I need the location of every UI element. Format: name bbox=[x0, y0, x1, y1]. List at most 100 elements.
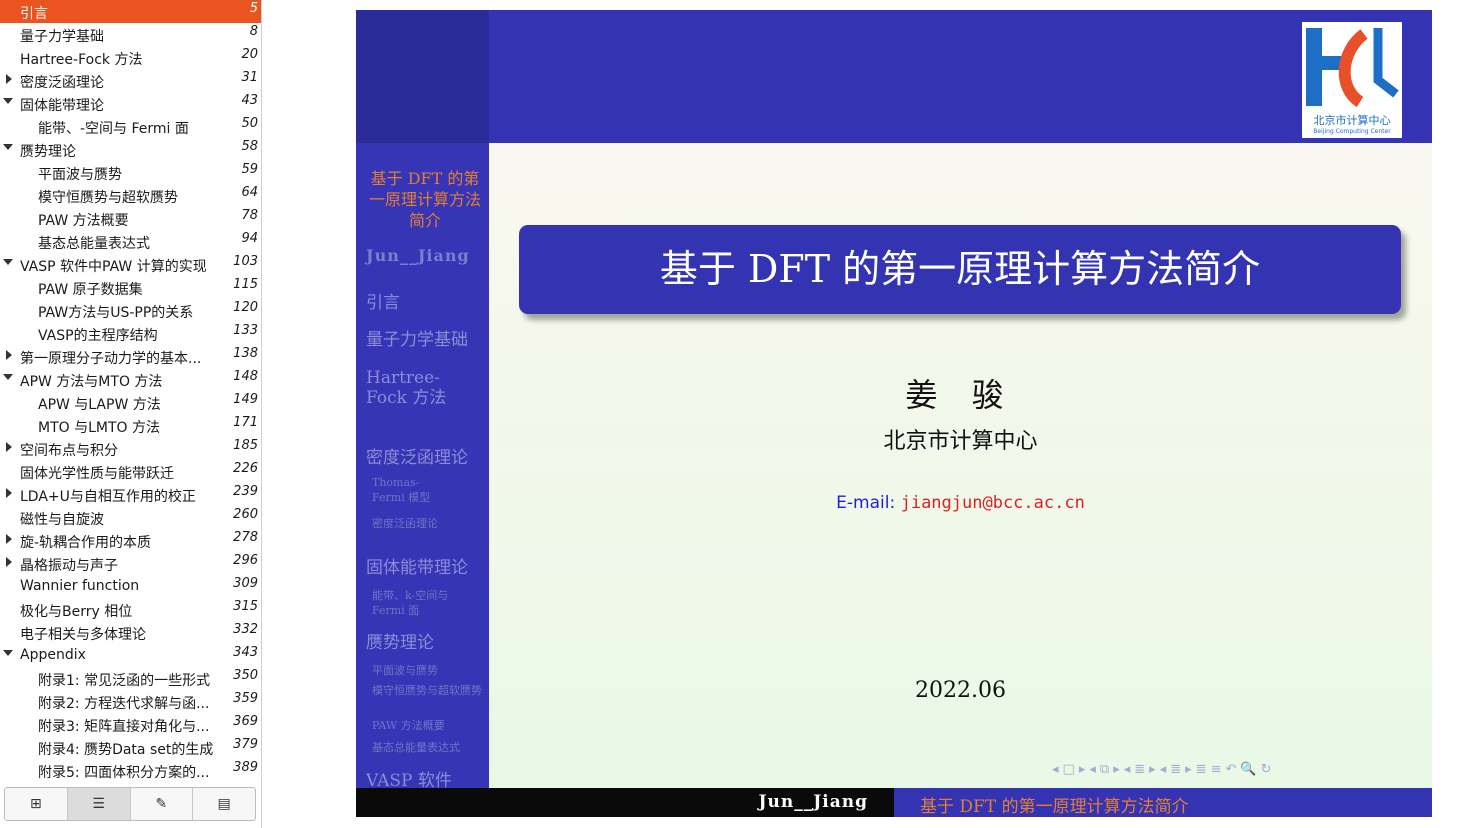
nav-symbol-icon[interactable]: ↻ bbox=[1261, 762, 1272, 777]
outline-item-page: 315 bbox=[233, 599, 258, 614]
nav-subsection[interactable]: 基态总能量表达式 bbox=[372, 740, 482, 755]
annotations-icon: ✎ bbox=[155, 796, 168, 812]
outline-item[interactable]: 附录5: 四面体积分方案的... 389 bbox=[0, 759, 261, 780]
outline-item-label: 附录4: 赝势Data set的生成 bbox=[38, 742, 214, 758]
outline-item[interactable]: PAW 方法概要 78 bbox=[0, 207, 261, 230]
outline-item[interactable]: VASP的主程序结构 133 bbox=[0, 322, 261, 345]
nav-symbol-icon[interactable]: ▸ bbox=[1185, 762, 1192, 777]
outline-item[interactable]: APW 方法与MTO 方法 148 bbox=[0, 368, 261, 391]
outline-item[interactable]: Hartree-Fock 方法 20 bbox=[0, 46, 261, 69]
outline-item[interactable]: Appendix 343 bbox=[0, 644, 261, 667]
bookmarks-tab[interactable]: ▤ bbox=[193, 788, 255, 820]
outline-item[interactable]: 固体能带理论 43 bbox=[0, 92, 261, 115]
nav-section[interactable]: 密度泛函理论 bbox=[366, 448, 484, 468]
nav-symbol-icon[interactable]: ≡ bbox=[1211, 762, 1222, 777]
outline-item[interactable]: 模守恒赝势与超软赝势 64 bbox=[0, 184, 261, 207]
nav-symbol-icon[interactable]: ◂ bbox=[1052, 762, 1059, 777]
outline-item[interactable]: 量子力学基础 8 bbox=[0, 23, 261, 46]
outline-item-label: 空间布点与积分 bbox=[20, 443, 118, 459]
outline-item[interactable]: 晶格振动与声子 296 bbox=[0, 552, 261, 575]
outline-item[interactable]: APW 与LAPW 方法 149 bbox=[0, 391, 261, 414]
outline-item[interactable]: 旋-轨耦合作用的本质 278 bbox=[0, 529, 261, 552]
nav-symbol-icon[interactable]: ≣ bbox=[1196, 762, 1207, 777]
document-view[interactable]: 北京市计算中心 Beijing Computing Center 基于 DFT … bbox=[263, 0, 1470, 828]
outline-item-label: Appendix bbox=[20, 647, 86, 663]
presentation-date: 2022.06 bbox=[915, 678, 1006, 703]
nav-section[interactable]: 固体能带理论 bbox=[366, 558, 484, 578]
nav-subsection[interactable]: 平面波与赝势 bbox=[372, 663, 482, 678]
nav-subsection[interactable]: 能带、k-空间与 Fermi 面 bbox=[372, 588, 482, 618]
nav-symbol-icon[interactable]: ◂ bbox=[1089, 762, 1096, 777]
nav-subsection[interactable]: Thomas-Fermi 模型 bbox=[372, 475, 442, 505]
expander-closed-icon[interactable] bbox=[6, 534, 12, 544]
outline-item-label: 平面波与赝势 bbox=[38, 167, 122, 183]
expander-closed-icon[interactable] bbox=[6, 442, 12, 452]
nav-symbol-icon[interactable]: ▸ bbox=[1079, 762, 1086, 777]
nav-symbol-icon[interactable]: ⧉ bbox=[1100, 762, 1109, 777]
expander-open-icon[interactable] bbox=[3, 259, 13, 265]
outline-item-page: 78 bbox=[241, 208, 258, 223]
nav-symbol-icon[interactable]: ↶ bbox=[1225, 762, 1236, 777]
nav-section[interactable]: 量子力学基础 bbox=[366, 330, 484, 350]
thumbnails-tab[interactable]: ⊞ bbox=[5, 788, 68, 820]
expander-open-icon[interactable] bbox=[3, 650, 13, 656]
outline-item[interactable]: 空间布点与积分 185 bbox=[0, 437, 261, 460]
beamer-navigation-symbols: ◂ □ ▸ ◂ ⧉ ▸ ◂ ≣ ▸ ◂ ≣ ▸ ≣ ≡ ↶ 🔍 ↻ bbox=[1052, 762, 1422, 780]
outline-item[interactable]: PAW方法与US-PP的关系 120 bbox=[0, 299, 261, 322]
outline-item[interactable]: MTO 与LMTO 方法 171 bbox=[0, 414, 261, 437]
outline-item[interactable]: LDA+U与自相互作用的校正 239 bbox=[0, 483, 261, 506]
outline-item[interactable]: 附录3: 矩阵直接对角化与... 369 bbox=[0, 713, 261, 736]
outline-item[interactable]: 第一原理分子动力学的基本... 138 bbox=[0, 345, 261, 368]
nav-symbol-icon[interactable]: ▸ bbox=[1113, 762, 1120, 777]
outline-item[interactable]: 附录1: 常见泛函的一些形式 350 bbox=[0, 667, 261, 690]
nav-symbol-icon[interactable]: ▸ bbox=[1149, 762, 1156, 777]
outline-item-label: 第一原理分子动力学的基本... bbox=[20, 351, 202, 367]
nav-subsection[interactable]: PAW 方法概要 bbox=[372, 718, 482, 733]
outline-item[interactable]: 固体光学性质与能带跃迁 226 bbox=[0, 460, 261, 483]
nav-section[interactable]: Hartree-Fock 方法 bbox=[366, 368, 451, 408]
outline-item[interactable]: Wannier function 309 bbox=[0, 575, 261, 598]
expander-open-icon[interactable] bbox=[3, 98, 13, 104]
outline-item[interactable]: 电子相关与多体理论 332 bbox=[0, 621, 261, 644]
outline-item-page: 59 bbox=[241, 162, 258, 177]
outline-item-page: 31 bbox=[241, 70, 258, 85]
outline-item-page: 350 bbox=[233, 668, 258, 683]
expander-closed-icon[interactable] bbox=[6, 557, 12, 567]
outline-item[interactable]: PAW 原子数据集 115 bbox=[0, 276, 261, 299]
outline-item[interactable]: 密度泛函理论 31 bbox=[0, 69, 261, 92]
nav-symbol-icon[interactable]: ≣ bbox=[1134, 762, 1145, 777]
outline-item-label: 附录3: 矩阵直接对角化与... bbox=[38, 719, 210, 735]
nav-symbol-icon[interactable]: ◂ bbox=[1124, 762, 1131, 777]
outline-item[interactable]: 附录2: 方程迭代求解与函... 359 bbox=[0, 690, 261, 713]
nav-symbol-icon[interactable]: 🔍 bbox=[1240, 762, 1256, 777]
expander-closed-icon[interactable] bbox=[6, 488, 12, 498]
outline-item[interactable]: 附录4: 赝势Data set的生成 379 bbox=[0, 736, 261, 759]
outline-item[interactable]: 引言 5 bbox=[0, 0, 261, 23]
expander-open-icon[interactable] bbox=[3, 144, 13, 150]
outline-item[interactable]: 极化与Berry 相位 315 bbox=[0, 598, 261, 621]
outline-item-page: 226 bbox=[233, 461, 258, 476]
nav-symbol-icon[interactable]: ≣ bbox=[1170, 762, 1181, 777]
email-link[interactable]: jiangjun@bcc.ac.cn bbox=[901, 493, 1085, 513]
expander-closed-icon[interactable] bbox=[6, 350, 12, 360]
outline-item[interactable]: VASP 软件中PAW 计算的实现 103 bbox=[0, 253, 261, 276]
outline-item[interactable]: 平面波与赝势 59 bbox=[0, 161, 261, 184]
nav-symbol-icon[interactable]: □ bbox=[1063, 762, 1075, 777]
outline-item[interactable]: 磁性与自旋波 260 bbox=[0, 506, 261, 529]
nav-section[interactable]: 赝势理论 bbox=[366, 633, 484, 653]
sidebar-title[interactable]: 基于 DFT 的第一原理计算方法简介 bbox=[366, 168, 484, 231]
outline-item[interactable]: 赝势理论 58 bbox=[0, 138, 261, 161]
nav-subsection[interactable]: 密度泛函理论 bbox=[372, 516, 482, 531]
outline-item[interactable]: 能带、-空间与 Fermi 面 50 bbox=[0, 115, 261, 138]
outline-tab[interactable]: ☰ bbox=[67, 788, 131, 820]
outline-list[interactable]: 引言 5 量子力学基础 8 Hartree-Fock 方法 20 密度泛函理论 31 固体能带理… bbox=[0, 0, 261, 780]
nav-subsection[interactable]: 模守恒赝势与超软赝势 bbox=[372, 683, 482, 698]
expander-open-icon[interactable] bbox=[3, 374, 13, 380]
outline-item-label: 能带、-空间与 Fermi 面 bbox=[38, 121, 189, 137]
annotations-tab[interactable]: ✎ bbox=[131, 788, 194, 820]
expander-closed-icon[interactable] bbox=[6, 74, 12, 84]
nav-section[interactable]: 引言 bbox=[366, 293, 484, 313]
nav-section[interactable]: VASP 软件 bbox=[366, 771, 484, 788]
outline-item[interactable]: 基态总能量表达式 94 bbox=[0, 230, 261, 253]
nav-symbol-icon[interactable]: ◂ bbox=[1160, 762, 1167, 777]
